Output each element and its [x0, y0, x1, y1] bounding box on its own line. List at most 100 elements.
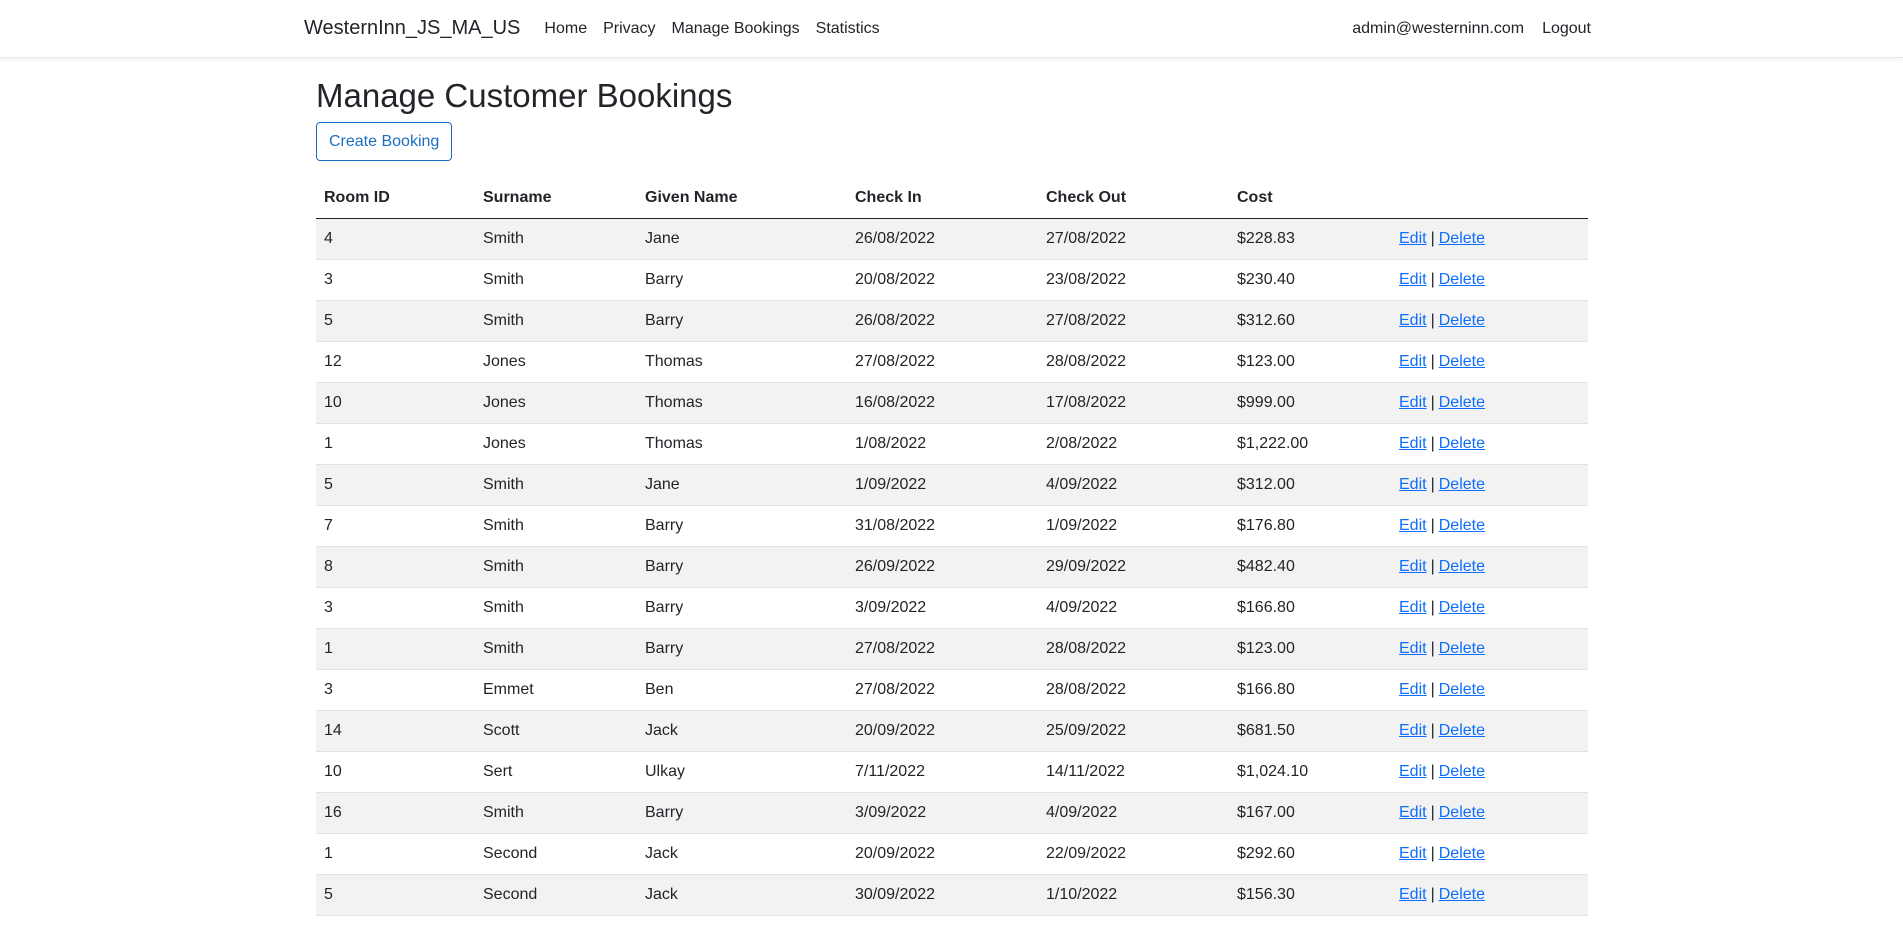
action-separator: |	[1430, 557, 1435, 575]
edit-link[interactable]: Edit	[1399, 886, 1427, 903]
check-in-cell: 20/09/2022	[847, 710, 1038, 752]
given-name-cell: Barry	[637, 505, 847, 547]
delete-link[interactable]: Delete	[1439, 804, 1485, 821]
cost-cell: $228.83	[1229, 218, 1391, 260]
actions-cell: Edit | Delete	[1391, 382, 1588, 424]
edit-link[interactable]: Edit	[1399, 599, 1427, 616]
cost-cell: $123.00	[1229, 341, 1391, 383]
edit-link[interactable]: Edit	[1399, 845, 1427, 862]
edit-link[interactable]: Edit	[1399, 312, 1427, 329]
edit-link[interactable]: Edit	[1399, 394, 1427, 411]
actions-cell: Edit | Delete	[1391, 587, 1588, 629]
check-in-cell: 3/09/2022	[847, 587, 1038, 629]
main-content: Manage Customer Bookings Create Booking …	[316, 76, 1588, 916]
delete-link[interactable]: Delete	[1439, 271, 1485, 288]
table-row: 4 Smith Jane 26/08/2022 27/08/2022 $228.83 Edi…	[316, 218, 1588, 260]
room-id-cell: 1	[316, 833, 475, 875]
header-check-out: Check Out	[1038, 178, 1229, 219]
check-out-cell: 4/09/2022	[1038, 792, 1229, 834]
delete-link[interactable]: Delete	[1439, 599, 1485, 616]
table-row: 5 Second Jack 30/09/2022 1/10/2022 $156.30 Edi…	[316, 874, 1588, 916]
check-out-cell: 27/08/2022	[1038, 218, 1229, 260]
edit-link[interactable]: Edit	[1399, 640, 1427, 657]
cost-cell: $681.50	[1229, 710, 1391, 752]
check-in-cell: 27/08/2022	[847, 341, 1038, 383]
delete-link[interactable]: Delete	[1439, 476, 1485, 493]
actions-cell: Edit | Delete	[1391, 464, 1588, 506]
surname-cell: Smith	[475, 218, 637, 260]
delete-link[interactable]: Delete	[1439, 353, 1485, 370]
actions-cell: Edit | Delete	[1391, 628, 1588, 670]
edit-link[interactable]: Edit	[1399, 804, 1427, 821]
delete-link[interactable]: Delete	[1439, 640, 1485, 657]
delete-link[interactable]: Delete	[1439, 435, 1485, 452]
edit-link[interactable]: Edit	[1399, 681, 1427, 698]
action-separator: |	[1430, 434, 1435, 452]
check-in-cell: 20/08/2022	[847, 259, 1038, 301]
edit-link[interactable]: Edit	[1399, 476, 1427, 493]
table-header-row: Room ID Surname Given Name Check In Chec…	[316, 178, 1588, 219]
table-row: 3 Smith Barry 3/09/2022 4/09/2022 $166.80 Edit…	[316, 587, 1588, 629]
given-name-cell: Jane	[637, 464, 847, 506]
check-out-cell: 25/09/2022	[1038, 710, 1229, 752]
check-out-cell: 4/09/2022	[1038, 464, 1229, 506]
user-email[interactable]: admin@westerninn.com	[1352, 20, 1524, 38]
action-separator: |	[1430, 475, 1435, 493]
delete-link[interactable]: Delete	[1439, 681, 1485, 698]
surname-cell: Smith	[475, 546, 637, 588]
delete-link[interactable]: Delete	[1439, 558, 1485, 575]
nav-link-manage-bookings[interactable]: Manage Bookings	[672, 20, 800, 38]
edit-link[interactable]: Edit	[1399, 517, 1427, 534]
brand-link[interactable]: WesternInn_JS_MA_US	[304, 17, 520, 40]
surname-cell: Smith	[475, 259, 637, 301]
delete-link[interactable]: Delete	[1439, 312, 1485, 329]
given-name-cell: Jack	[637, 833, 847, 875]
table-row: 1 Second Jack 20/09/2022 22/09/2022 $292.60 Ed…	[316, 833, 1588, 875]
edit-link[interactable]: Edit	[1399, 558, 1427, 575]
check-out-cell: 2/08/2022	[1038, 423, 1229, 465]
given-name-cell: Ben	[637, 669, 847, 711]
actions-cell: Edit | Delete	[1391, 792, 1588, 834]
cost-cell: $999.00	[1229, 382, 1391, 424]
cost-cell: $166.80	[1229, 587, 1391, 629]
check-out-cell: 23/08/2022	[1038, 259, 1229, 301]
check-in-cell: 27/08/2022	[847, 628, 1038, 670]
surname-cell: Jones	[475, 341, 637, 383]
given-name-cell: Thomas	[637, 423, 847, 465]
create-booking-button[interactable]: Create Booking	[316, 121, 453, 161]
nav-link-privacy[interactable]: Privacy	[603, 20, 655, 38]
table-row: 3 Smith Barry 20/08/2022 23/08/2022 $230.40 Ed…	[316, 259, 1588, 301]
action-separator: |	[1430, 516, 1435, 534]
delete-link[interactable]: Delete	[1439, 517, 1485, 534]
edit-link[interactable]: Edit	[1399, 230, 1427, 247]
check-out-cell: 17/08/2022	[1038, 382, 1229, 424]
delete-link[interactable]: Delete	[1439, 394, 1485, 411]
table-row: 7 Smith Barry 31/08/2022 1/09/2022 $176.80 Edi…	[316, 505, 1588, 547]
cost-cell: $1,024.10	[1229, 751, 1391, 793]
given-name-cell: Ulkay	[637, 751, 847, 793]
nav-link-statistics[interactable]: Statistics	[816, 20, 880, 38]
bookings-table: Room ID Surname Given Name Check In Chec…	[316, 178, 1588, 916]
given-name-cell: Barry	[637, 259, 847, 301]
edit-link[interactable]: Edit	[1399, 353, 1427, 370]
delete-link[interactable]: Delete	[1439, 722, 1485, 739]
room-id-cell: 14	[316, 710, 475, 752]
delete-link[interactable]: Delete	[1439, 886, 1485, 903]
nav-right: admin@westerninn.com Logout	[1352, 20, 1591, 38]
check-in-cell: 3/09/2022	[847, 792, 1038, 834]
delete-link[interactable]: Delete	[1439, 763, 1485, 780]
delete-link[interactable]: Delete	[1439, 230, 1485, 247]
header-surname: Surname	[475, 178, 637, 219]
nav-links: Home Privacy Manage Bookings Statistics	[544, 20, 879, 38]
actions-cell: Edit | Delete	[1391, 423, 1588, 465]
edit-link[interactable]: Edit	[1399, 271, 1427, 288]
nav-link-home[interactable]: Home	[544, 20, 587, 38]
edit-link[interactable]: Edit	[1399, 722, 1427, 739]
edit-link[interactable]: Edit	[1399, 435, 1427, 452]
actions-cell: Edit | Delete	[1391, 874, 1588, 916]
logout-link[interactable]: Logout	[1542, 20, 1591, 38]
edit-link[interactable]: Edit	[1399, 763, 1427, 780]
surname-cell: Smith	[475, 505, 637, 547]
delete-link[interactable]: Delete	[1439, 845, 1485, 862]
check-in-cell: 1/09/2022	[847, 464, 1038, 506]
